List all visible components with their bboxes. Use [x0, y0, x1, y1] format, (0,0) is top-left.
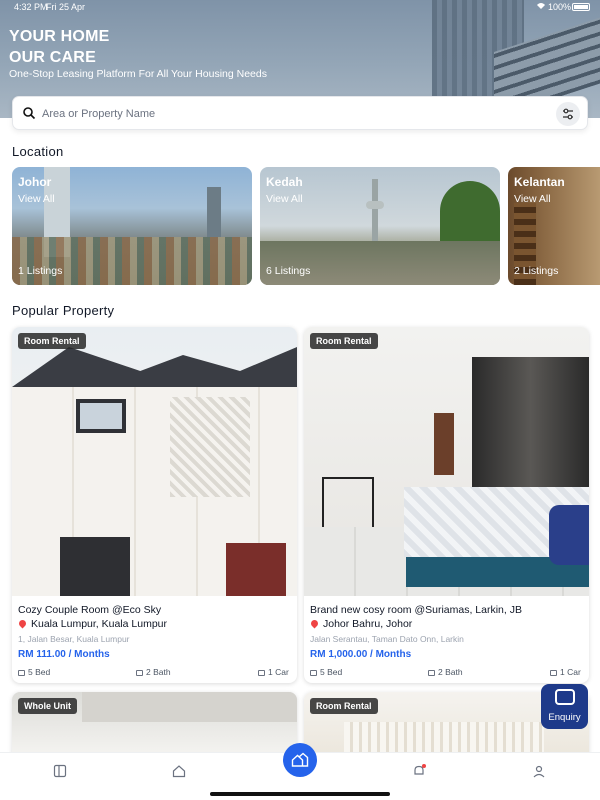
location-name: Kedah: [266, 175, 303, 189]
property-price: RM 111.00 / Months: [18, 649, 110, 660]
window-image: [76, 399, 126, 433]
property-image: [12, 327, 297, 596]
battery-percent: 100%: [548, 2, 572, 12]
curtain-image: [344, 722, 544, 754]
feature-bath: 2 Bath: [136, 667, 171, 677]
bath-icon: [428, 670, 435, 676]
property-location-text: Kuala Lumpur, Kuala Lumpur: [31, 618, 168, 630]
listing-icon[interactable]: [53, 764, 67, 778]
feature-bath: 2 Bath: [428, 667, 463, 677]
chair-image: [322, 477, 374, 527]
location-pin-icon: [17, 618, 28, 629]
view-all-link[interactable]: View All: [266, 193, 303, 205]
car-count: 1 Car: [268, 667, 289, 677]
tower-top-image: [366, 201, 384, 209]
property-type-badge: Room Rental: [310, 698, 378, 714]
cushion-image: [549, 505, 589, 565]
bed-count: 5 Bed: [320, 667, 343, 677]
search-bar[interactable]: [12, 96, 588, 130]
status-bar: 4:32 PM Fri 25 Apr 100%: [0, 0, 600, 14]
city-image: [12, 237, 252, 285]
listing-count: 1 Listings: [18, 265, 63, 277]
car-icon: [258, 670, 265, 676]
feature-bed: 5 Bed: [310, 667, 342, 677]
ground-image: [260, 241, 500, 285]
bed-icon: [310, 670, 317, 676]
ceiling-image: [82, 692, 297, 722]
location-name: Kelantan: [514, 175, 565, 189]
car-icon: [550, 670, 557, 676]
bed-icon: [18, 670, 25, 676]
battery-icon: [572, 3, 590, 11]
listing-count: 2 Listings: [514, 265, 559, 277]
property-type-badge: Room Rental: [310, 333, 378, 349]
roof-image: [12, 347, 297, 387]
popular-section-title: Popular Property: [12, 303, 115, 318]
property-location-text: Johor Bahru, Johor: [323, 618, 413, 630]
property-image: [304, 327, 589, 596]
hero-title-line-1: YOUR HOME: [9, 28, 110, 45]
listing-count: 6 Listings: [266, 265, 311, 277]
enquiry-label: Enquiry: [548, 712, 581, 723]
property-title: Brand new cosy room @Suriamas, Larkin, J…: [310, 604, 522, 616]
hero-title: YOUR HOME OUR CARE: [9, 26, 109, 68]
property-address: 1, Jalan Besar, Kuala Lumpur: [18, 634, 130, 644]
property-button[interactable]: [283, 743, 317, 777]
enquiry-button[interactable]: Enquiry: [541, 684, 588, 729]
feature-car: 1 Car: [550, 667, 581, 677]
search-icon: [22, 106, 36, 120]
profile-icon[interactable]: [532, 764, 546, 778]
gate-image: [60, 537, 130, 596]
door-image: [226, 543, 286, 596]
lattice-image: [170, 397, 250, 497]
home-icon[interactable]: [172, 764, 186, 778]
chat-icon: [555, 689, 575, 705]
property-price: RM 1,000.00 / Months: [310, 649, 412, 660]
property-address: Jalan Serantau, Taman Dato Onn, Larkin: [310, 634, 464, 644]
property-card[interactable]: Whole Unit: [12, 692, 297, 754]
filter-icon: [556, 108, 580, 130]
bed-count: 5 Bed: [28, 667, 51, 677]
location-pin-icon: [309, 618, 320, 629]
property-type-badge: Whole Unit: [18, 698, 77, 714]
location-name: Johor: [18, 175, 52, 189]
bath-count: 2 Bath: [438, 667, 463, 677]
property-location: Johor Bahru, Johor: [309, 618, 413, 630]
property-title: Cozy Couple Room @Eco Sky: [18, 604, 162, 616]
location-section-title: Location: [12, 144, 64, 159]
property-location: Kuala Lumpur, Kuala Lumpur: [17, 618, 168, 630]
bath-count: 2 Bath: [146, 667, 171, 677]
wifi-icon: [536, 1, 546, 12]
home-indicator: [210, 792, 390, 796]
property-type-badge: Room Rental: [18, 333, 86, 349]
location-card-kedah[interactable]: Kedah View All 6 Listings: [260, 167, 500, 285]
bath-icon: [136, 670, 143, 676]
search-input[interactable]: [42, 104, 522, 124]
feature-bed: 5 Bed: [18, 667, 50, 677]
view-all-link[interactable]: View All: [18, 193, 55, 205]
location-card-johor[interactable]: Johor View All 1 Listings: [12, 167, 252, 285]
hero-subtitle: One-Stop Leasing Platform For All Your H…: [9, 68, 267, 80]
view-all-link[interactable]: View All: [514, 193, 551, 205]
tower-image: [207, 187, 221, 237]
filter-button[interactable]: [556, 102, 580, 126]
bell-icon[interactable]: [412, 764, 426, 778]
feature-car: 1 Car: [258, 667, 289, 677]
property-card[interactable]: Room Rental Brand new cosy room @Suriama…: [304, 327, 589, 683]
status-date: Fri 25 Apr: [46, 2, 86, 12]
property-card[interactable]: Room Rental Cozy Couple Room @Eco Sky Ku…: [12, 327, 297, 683]
hero-title-line-2: OUR CARE: [9, 49, 96, 66]
car-count: 1 Car: [560, 667, 581, 677]
door-image: [434, 413, 454, 475]
property-icon: [291, 751, 309, 774]
status-time: 4:32 PM: [14, 2, 48, 12]
location-card-kelantan[interactable]: Kelantan View All 2 Listings: [508, 167, 600, 285]
